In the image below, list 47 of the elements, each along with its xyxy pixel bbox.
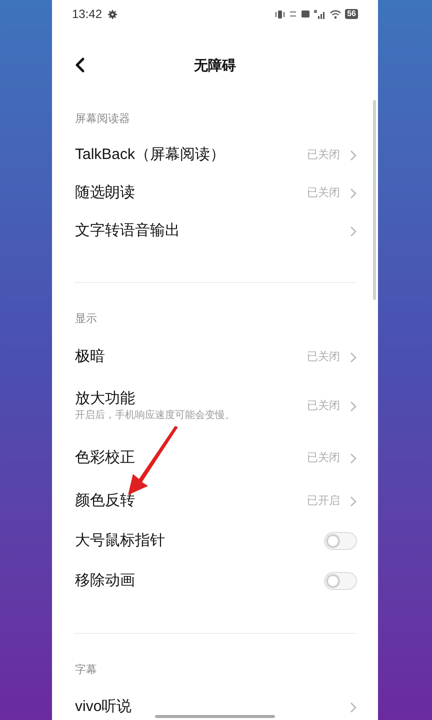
row-label: 色彩校正	[75, 448, 135, 468]
battery-level: 56	[345, 9, 358, 19]
chevron-icon	[350, 150, 357, 160]
chevron-icon	[350, 702, 357, 712]
status-value: 已关闭	[307, 450, 340, 466]
signal-icon	[314, 10, 326, 18]
section-label: 字幕	[75, 662, 97, 678]
settings-row[interactable]: 随选朗读 已关闭	[52, 174, 378, 212]
toggle-switch[interactable]	[324, 572, 357, 590]
row-label: vivo听说	[75, 697, 132, 717]
status-value: 已关闭	[307, 186, 340, 201]
row-label: 文字转语音输出	[75, 221, 180, 241]
wifi-icon	[330, 10, 342, 18]
vibrate-icon	[275, 10, 286, 18]
settings-row[interactable]: 移除动画	[52, 561, 378, 601]
chevron-icon	[350, 352, 357, 362]
settings-row[interactable]: 色彩校正 已关闭	[52, 435, 378, 481]
row-label: 大号鼠标指针	[75, 531, 165, 551]
status-value: 已关闭	[307, 350, 340, 365]
section-label: 屏幕阅读器	[75, 112, 130, 127]
row-label: 放大功能	[75, 389, 136, 409]
settings-row[interactable]: 大号鼠标指针	[52, 521, 378, 561]
status-value: 已开启	[307, 494, 340, 509]
row-description: 开启后，手机响应速度可能会变慢。	[75, 409, 235, 423]
row-label: 颜色反转	[75, 491, 135, 511]
settings-row[interactable]: TalkBack（屏幕阅读） 已关闭	[52, 136, 378, 174]
page-title: 无障碍	[194, 56, 236, 74]
chevron-icon	[350, 226, 357, 236]
chevron-icon	[350, 496, 357, 506]
chevron-icon	[350, 188, 357, 198]
row-label: 极暗	[75, 347, 105, 367]
settings-row[interactable]: vivo听说	[52, 688, 378, 720]
chevron-icon	[350, 452, 357, 464]
status-value: 已关闭	[307, 398, 340, 414]
settings-row[interactable]: 放大功能 开启后，手机响应速度可能会变慢。 已关闭	[52, 377, 378, 435]
row-label: TalkBack（屏幕阅读）	[75, 145, 226, 165]
settings-icon	[108, 10, 118, 18]
status-value: 已关闭	[307, 148, 340, 163]
settings-row[interactable]: 极暗 已关闭	[52, 337, 378, 377]
settings-row[interactable]: 文字转语音输出	[52, 212, 378, 250]
row-label: 随选朗读	[75, 183, 135, 203]
status-time: 13:42	[72, 6, 102, 23]
toggle-switch[interactable]	[324, 532, 357, 550]
chevron-icon	[350, 400, 357, 412]
section-label: 显示	[75, 312, 97, 327]
settings-row[interactable]: 颜色反转 已开启	[52, 481, 378, 521]
row-label: 移除动画	[75, 571, 135, 591]
